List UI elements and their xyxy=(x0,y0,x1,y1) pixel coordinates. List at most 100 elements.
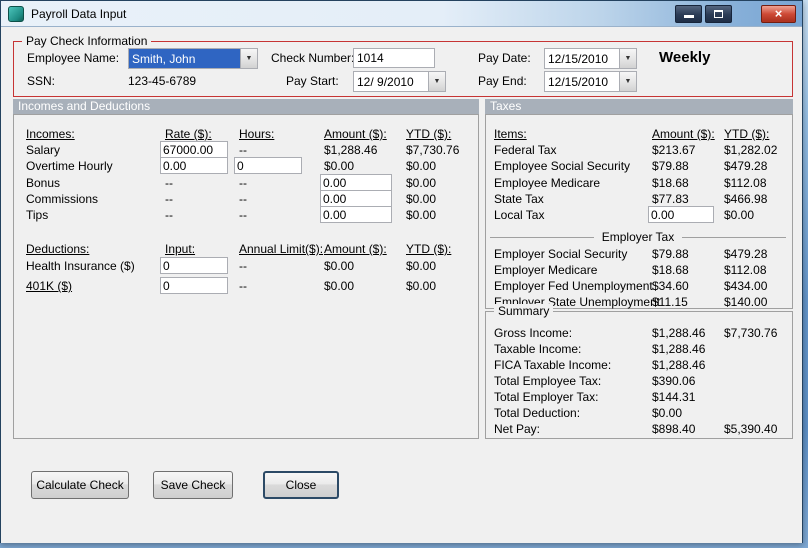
overtime-rate-input[interactable] xyxy=(160,157,228,174)
pay-start-picker[interactable]: 12/ 9/2010 ▼ xyxy=(353,71,446,92)
deduction-row-health-insurance: Health Insurance ($) -- $0.00 $0.00 xyxy=(14,257,478,275)
deduction-ytd: $0.00 xyxy=(406,279,437,293)
maximize-button[interactable] xyxy=(705,5,732,23)
tax-label: Employee Social Security xyxy=(494,159,631,173)
tax-row-federal: Federal Tax $213.67 $1,282.02 xyxy=(486,143,792,159)
employee-name-label: Employee Name: xyxy=(27,51,120,65)
tax-ytd: $434.00 xyxy=(724,279,768,293)
tax-label: Federal Tax xyxy=(494,143,557,157)
window-title: Payroll Data Input xyxy=(31,7,127,21)
taxes-col-ytd: YTD ($): xyxy=(724,127,770,141)
summary-label: FICA Taxable Income: xyxy=(494,358,612,372)
save-check-button[interactable]: Save Check xyxy=(153,471,233,499)
income-row-commissions: Commissions -- -- $0.00 xyxy=(14,190,478,208)
tips-amount-input[interactable] xyxy=(320,206,392,223)
k401-input[interactable] xyxy=(160,277,228,294)
tax-ytd: $112.08 xyxy=(724,176,767,190)
bonus-amount-input[interactable] xyxy=(320,174,392,191)
pay-date-picker[interactable]: 12/15/2010 ▼ xyxy=(544,48,637,69)
payroll-window: Payroll Data Input × Pay Check Informati… xyxy=(0,0,803,543)
income-ytd: $7,730.76 xyxy=(406,143,460,157)
income-rate: -- xyxy=(165,208,173,222)
incomes-col-rate: Rate ($): xyxy=(165,127,212,141)
employee-name-value: Smith, John xyxy=(129,49,240,68)
minimize-icon xyxy=(683,15,694,18)
income-ytd: $0.00 xyxy=(406,176,437,190)
taxes-col-items: Items: xyxy=(494,127,527,141)
incomes-col-hours: Hours: xyxy=(239,127,275,141)
employee-name-combobox[interactable]: Smith, John ▼ xyxy=(128,48,258,69)
employer-tax-separator: Employer Tax xyxy=(490,230,786,244)
employee-name-dropdown-arrow-icon[interactable]: ▼ xyxy=(240,49,257,68)
close-button[interactable]: Close xyxy=(263,471,339,499)
pay-frequency-label: Weekly xyxy=(659,49,711,66)
summary-row-taxable: Taxable Income: $1,288.46 xyxy=(486,342,792,358)
summary-label: Net Pay: xyxy=(494,422,541,436)
health-insurance-input[interactable] xyxy=(160,257,228,274)
tax-label: Local Tax xyxy=(494,208,545,222)
local-tax-input[interactable] xyxy=(648,206,714,223)
summary-ytd: $7,730.76 xyxy=(724,326,778,340)
summary-value: $1,288.46 xyxy=(652,342,706,356)
tax-ytd: $112.08 xyxy=(724,263,767,277)
minimize-button[interactable] xyxy=(675,5,702,23)
check-number-label: Check Number: xyxy=(271,51,355,65)
section-header-taxes: Taxes xyxy=(485,99,793,114)
income-amount: $1,288.46 xyxy=(324,143,378,157)
pay-start-label: Pay Start: xyxy=(286,74,339,88)
deduction-amount: $0.00 xyxy=(324,279,355,293)
summary-label: Gross Income: xyxy=(494,326,573,340)
tax-ytd: $479.28 xyxy=(724,159,768,173)
pay-start-dropdown-arrow-icon[interactable]: ▼ xyxy=(428,72,445,91)
summary-panel: Summary Gross Income: $1,288.46 $7,730.7… xyxy=(485,304,793,439)
taxes-col-amount: Amount ($): xyxy=(652,127,715,141)
deduction-row-401k: 401K ($) -- $0.00 $0.00 xyxy=(14,277,478,295)
pay-date-dropdown-arrow-icon[interactable]: ▼ xyxy=(619,49,636,68)
pay-end-label: Pay End: xyxy=(478,74,527,88)
commissions-amount-input[interactable] xyxy=(320,190,392,207)
tax-row-employer-fed-unemployment: Employer Fed Unemployment $34.60 $434.00 xyxy=(486,279,792,295)
deductions-header-row: Deductions: Input: Annual Limit($): Amou… xyxy=(14,242,478,258)
pay-end-value: 12/15/2010 xyxy=(548,75,609,89)
summary-value: $390.06 xyxy=(652,374,696,388)
tax-ytd: $140.00 xyxy=(724,295,768,309)
summary-label: Total Deduction: xyxy=(494,406,581,420)
income-label: Salary xyxy=(26,143,61,157)
tax-amount: $18.68 xyxy=(652,263,689,277)
title-bar: Payroll Data Input × xyxy=(1,1,802,27)
pay-end-picker[interactable]: 12/15/2010 ▼ xyxy=(544,71,637,92)
close-window-button[interactable]: × xyxy=(761,5,796,23)
summary-value: $144.31 xyxy=(652,390,696,404)
salary-rate-input[interactable] xyxy=(160,141,228,158)
summary-value: $898.40 xyxy=(652,422,696,436)
deductions-col-ytd: YTD ($): xyxy=(406,242,452,256)
summary-row-fica: FICA Taxable Income: $1,288.46 xyxy=(486,358,792,374)
ssn-label: SSN: xyxy=(27,74,56,88)
calculate-check-button[interactable]: Calculate Check xyxy=(31,471,129,499)
tax-row-local: Local Tax $0.00 xyxy=(486,206,792,224)
pay-end-dropdown-arrow-icon[interactable]: ▼ xyxy=(619,72,636,91)
summary-title: Summary xyxy=(494,304,554,318)
taxes-panel: Items: Amount ($): YTD ($): Federal Tax … xyxy=(485,114,793,309)
income-label: Bonus xyxy=(26,176,61,190)
income-hours: -- xyxy=(239,192,247,206)
maximize-icon xyxy=(714,10,723,18)
tax-ytd: $1,282.02 xyxy=(724,143,778,157)
tax-label: Employer Fed Unemployment xyxy=(494,279,653,293)
tax-ytd: $0.00 xyxy=(724,208,755,222)
tax-ytd: $466.98 xyxy=(724,192,768,206)
app-icon xyxy=(8,6,24,22)
tax-row-employer-social-security: Employer Social Security $79.88 $479.28 xyxy=(486,247,792,263)
summary-label: Total Employer Tax: xyxy=(494,390,599,404)
overtime-hours-input[interactable] xyxy=(234,157,302,174)
check-number-input[interactable] xyxy=(353,48,435,68)
summary-row-total-deduction: Total Deduction: $0.00 xyxy=(486,406,792,422)
deduction-401k-link[interactable]: 401K ($) xyxy=(26,279,72,293)
ssn-value: 123-45-6789 xyxy=(128,74,197,88)
income-amount: $0.00 xyxy=(324,159,355,173)
summary-value: $0.00 xyxy=(652,406,683,420)
income-label: Overtime Hourly xyxy=(26,159,113,173)
tax-amount: $18.68 xyxy=(652,176,689,190)
deductions-col-input: Input: xyxy=(165,242,196,256)
incomes-col-item: Incomes: xyxy=(26,127,75,141)
